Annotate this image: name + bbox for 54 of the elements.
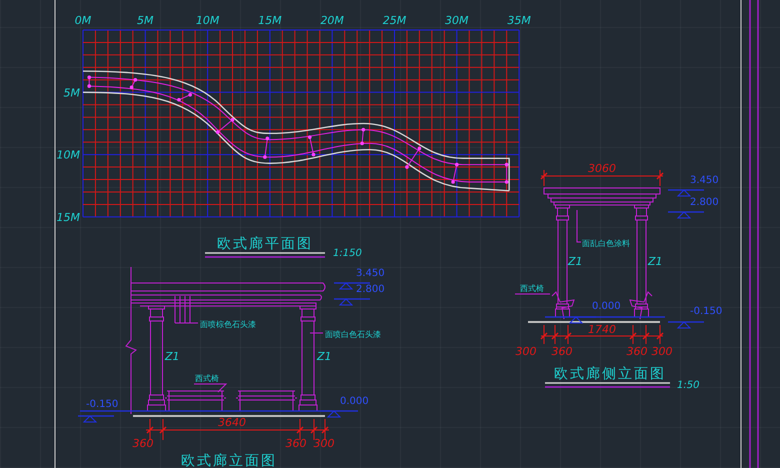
axis-label: 30M [445, 14, 469, 27]
column-label: Z1 [648, 255, 663, 268]
note-label: 面喷白色石头漆 [325, 330, 381, 339]
level-label: 0.000 [592, 301, 621, 312]
dimension-label: 300 [314, 437, 334, 450]
leader-line [576, 210, 582, 242]
dimension-label: 1740 [588, 323, 616, 336]
dimension-label: 360 [552, 345, 572, 358]
axis-label: 15M [56, 210, 80, 224]
axis-label: 20M [320, 14, 344, 27]
dimension-label: 360 [626, 345, 648, 358]
dimension-label: 3060 [588, 162, 616, 175]
level-label: 2.800 [356, 284, 385, 295]
axis-label: 35M [507, 14, 531, 27]
level-marker [668, 321, 704, 328]
drawing-title: 欧式廊立面图 [181, 453, 277, 468]
note-label: 面喷棕色石头漆 [200, 320, 256, 329]
leader-line [310, 332, 324, 334]
level-marker [322, 410, 358, 418]
axis-label: 25M [382, 14, 406, 27]
level-marker [334, 298, 370, 306]
level-label: 3.450 [356, 268, 385, 279]
level-label: 3.450 [690, 175, 719, 186]
leader-line [194, 384, 228, 392]
axis-label: 10M [196, 14, 220, 27]
dimension-label: 360 [132, 437, 154, 450]
note-label: 面乱白色涂料 [582, 239, 630, 248]
axis-label: 0M [74, 14, 92, 27]
dimension-label: 300 [516, 345, 536, 358]
column-label: Z1 [165, 350, 180, 363]
level-marker [668, 211, 704, 218]
leader-line [178, 322, 198, 324]
note-label: 西式椅 [520, 284, 544, 293]
level-label: -0.150 [86, 399, 118, 410]
level-marker [78, 415, 114, 422]
level-marker [560, 316, 596, 324]
axis-label: 5M [137, 14, 154, 27]
scale-label: 1:50 [677, 380, 700, 391]
dimension-label: 300 [652, 345, 672, 358]
drawing-title: 欧式廊侧立面图 [554, 366, 666, 382]
level-label: 0.000 [340, 396, 369, 407]
axis-label: 10M [56, 148, 80, 162]
level-label: -0.150 [690, 306, 722, 317]
column-label: Z1 [568, 255, 583, 268]
level-marker [668, 189, 704, 196]
column-label: Z1 [317, 350, 332, 363]
drawing-title: 欧式廊平面图 [217, 236, 313, 252]
axis-label: 15M [258, 14, 282, 27]
level-label: 2.800 [690, 197, 719, 208]
dimension-label: 3640 [218, 416, 246, 429]
note-label: 西式椅 [195, 374, 219, 383]
scale-label: 1:150 [333, 248, 362, 259]
axis-label: 5M [64, 86, 80, 100]
dimension-label: 360 [286, 437, 306, 450]
